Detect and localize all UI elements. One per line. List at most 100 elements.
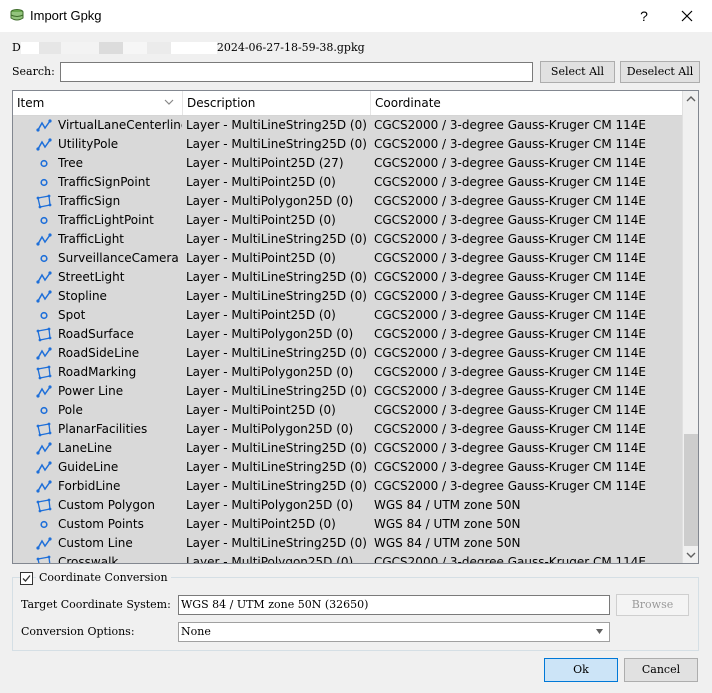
polygon-icon	[36, 365, 52, 380]
row-item: TrafficLight	[58, 232, 124, 246]
row-coordinate: CGCS2000 / 3-degree Gauss-Kruger CM 114E	[374, 213, 646, 227]
row-coordinate: CGCS2000 / 3-degree Gauss-Kruger CM 114E	[374, 270, 646, 284]
file-path-prefix: D	[12, 41, 21, 54]
target-coordinate-label: Target Coordinate System:	[21, 598, 171, 611]
table-row[interactable]: UtilityPole Layer - MultiLineString25D (0…	[13, 135, 682, 154]
row-description: Layer - MultiLineString25D (0)	[186, 137, 367, 151]
app-icon	[10, 9, 24, 21]
table-row[interactable]: TrafficLight Layer - MultiLineString25D (…	[13, 230, 682, 249]
table-row[interactable]: Power Line Layer - MultiLineString25D (0)…	[13, 382, 682, 401]
polygon-icon	[36, 555, 51, 563]
table-row[interactable]: Crosswalk Layer - MultiPolygon25D (0) CGCS…	[13, 553, 682, 563]
row-coordinate: CGCS2000 / 3-degree Gauss-Kruger CM 114E	[374, 251, 646, 265]
row-description: Layer - MultiPolygon25D (0)	[186, 365, 354, 379]
close-icon	[681, 10, 693, 22]
table-row[interactable]: Custom Points Layer - MultiPoint25D (0) WG…	[13, 515, 682, 534]
row-item: Pole	[58, 403, 83, 417]
conversion-options-select[interactable]: None	[178, 622, 610, 642]
header-description[interactable]: Description	[183, 91, 371, 115]
header-item-label: Item	[17, 96, 45, 110]
table-row[interactable]: RoadSideLine Layer - MultiLineString25D (…	[13, 344, 682, 363]
target-coordinate-field[interactable]: WGS 84 / UTM zone 50N (32650)	[178, 595, 610, 615]
row-item: PlanarFacilities	[58, 422, 148, 436]
table-row[interactable]: Custom Line Layer - MultiLineString25D (0…	[13, 534, 682, 553]
row-item: Custom Line	[58, 536, 133, 550]
table-row[interactable]: Spot Layer - MultiPoint25D (0) CGCS2000 / …	[13, 306, 682, 325]
table-row[interactable]: StreetLight Layer - MultiLineString25D (0…	[13, 268, 682, 287]
row-item: VirtualLaneCenterline	[58, 118, 182, 132]
ok-button[interactable]: Ok	[544, 658, 618, 682]
row-description: Layer - MultiPoint25D (27)	[186, 156, 344, 170]
row-item: GuideLine	[58, 460, 119, 474]
redacted-path	[20, 42, 217, 54]
vertical-scrollbar[interactable]	[682, 91, 699, 563]
row-description: Layer - MultiPoint25D (0)	[186, 213, 336, 227]
row-coordinate: CGCS2000 / 3-degree Gauss-Kruger CM 114E	[374, 555, 646, 563]
checkmark-icon	[22, 575, 31, 582]
table-row[interactable]: TrafficLightPoint Layer - MultiPoint25D (…	[13, 211, 682, 230]
scrollbar-thumb[interactable]	[684, 434, 698, 546]
browse-button[interactable]: Browse	[616, 594, 689, 616]
sort-down-icon	[164, 99, 174, 105]
table-row[interactable]: Tree Layer - MultiPoint25D (27) CGCS2000 /…	[13, 154, 682, 173]
table-row[interactable]: SurveillanceCamera Layer - MultiPoint25D …	[13, 249, 682, 268]
line-icon	[36, 537, 52, 550]
table-row[interactable]: LaneLine Layer - MultiLineString25D (0) CG…	[13, 439, 682, 458]
table-row[interactable]: VirtualLaneCenterline Layer - MultiLineSt…	[13, 116, 682, 135]
row-coordinate: CGCS2000 / 3-degree Gauss-Kruger CM 114E	[374, 327, 646, 341]
row-item: SurveillanceCamera	[58, 251, 179, 265]
line-icon	[36, 461, 52, 474]
search-input[interactable]	[60, 62, 533, 82]
point-icon	[40, 216, 48, 225]
row-item: Tree	[58, 156, 84, 170]
row-item: TrafficSign	[58, 194, 121, 208]
row-coordinate: CGCS2000 / 3-degree Gauss-Kruger CM 114E	[374, 479, 646, 493]
file-path-name: 2024-06-27-18-59-38.gpkg	[216, 41, 365, 54]
scroll-up-icon[interactable]	[683, 91, 699, 107]
row-coordinate: CGCS2000 / 3-degree Gauss-Kruger CM 114E	[374, 118, 646, 132]
table-row[interactable]: Custom Polygon Layer - MultiPolygon25D (0…	[13, 496, 682, 515]
row-description: Layer - MultiLineString25D (0)	[186, 346, 367, 360]
row-item: TrafficSignPoint	[58, 175, 151, 189]
row-coordinate: CGCS2000 / 3-degree Gauss-Kruger CM 114E	[374, 384, 646, 398]
table-row[interactable]: Pole Layer - MultiPoint25D (0) CGCS2000 / …	[13, 401, 682, 420]
row-item: Crosswalk	[58, 555, 119, 563]
polygon-icon	[36, 194, 52, 209]
scroll-down-icon[interactable]	[683, 547, 699, 563]
header-item[interactable]: Item	[13, 91, 183, 115]
point-icon	[40, 178, 48, 187]
table-row[interactable]: PlanarFacilities Layer - MultiPolygon25D …	[13, 420, 682, 439]
close-button[interactable]	[675, 5, 699, 27]
table-header: Item Description Coordinate	[13, 91, 682, 116]
table-row[interactable]: TrafficSign Layer - MultiPolygon25D (0) CG…	[13, 192, 682, 211]
row-coordinate: CGCS2000 / 3-degree Gauss-Kruger CM 114E	[374, 422, 646, 436]
help-button[interactable]: ?	[632, 5, 656, 27]
row-description: Layer - MultiPoint25D (0)	[186, 251, 336, 265]
table-row[interactable]: RoadSurface Layer - MultiPolygon25D (0) CG…	[13, 325, 682, 344]
table-row[interactable]: Stopline Layer - MultiLineString25D (0) CG…	[13, 287, 682, 306]
table-row[interactable]: RoadMarking Layer - MultiPolygon25D (0) CG…	[13, 363, 682, 382]
table-row[interactable]: GuideLine Layer - MultiLineString25D (0) C…	[13, 458, 682, 477]
line-icon	[36, 442, 52, 455]
coordinate-conversion-checkbox[interactable]	[20, 572, 33, 585]
row-item: StreetLight	[58, 270, 125, 284]
header-coordinate[interactable]: Coordinate	[371, 91, 682, 115]
row-description: Layer - MultiLineString25D (0)	[186, 118, 367, 132]
select-all-button[interactable]: Select All	[540, 61, 615, 83]
deselect-all-button[interactable]: Deselect All	[620, 61, 700, 83]
row-coordinate: CGCS2000 / 3-degree Gauss-Kruger CM 114E	[374, 232, 646, 246]
row-item: ForbidLine	[58, 479, 121, 493]
table-row[interactable]: ForbidLine Layer - MultiLineString25D (0)…	[13, 477, 682, 496]
table-row[interactable]: TrafficSignPoint Layer - MultiPoint25D (0…	[13, 173, 682, 192]
polygon-icon	[36, 422, 52, 437]
row-coordinate: CGCS2000 / 3-degree Gauss-Kruger CM 114E	[374, 137, 646, 151]
file-path: D 2024-06-27-18-59-38.gpkg	[12, 41, 365, 54]
cancel-button[interactable]: Cancel	[624, 658, 698, 682]
point-icon	[40, 254, 48, 263]
row-item: LaneLine	[58, 441, 113, 455]
row-description: Layer - MultiPoint25D (0)	[186, 175, 336, 189]
row-coordinate: CGCS2000 / 3-degree Gauss-Kruger CM 114E	[374, 403, 646, 417]
row-description: Layer - MultiPoint25D (0)	[186, 517, 336, 531]
line-icon	[36, 233, 52, 246]
table-body: VirtualLaneCenterline Layer - MultiLineSt…	[13, 116, 682, 563]
